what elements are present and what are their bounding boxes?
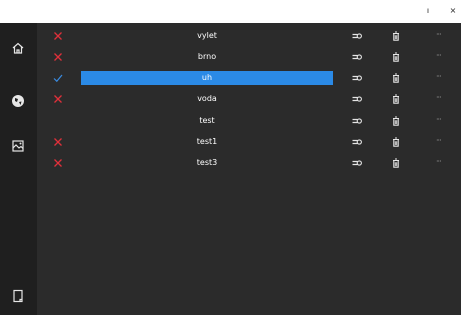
list-item[interactable]: voda ··· (37, 90, 461, 108)
home-icon[interactable] (11, 41, 25, 55)
more-options-button[interactable]: ··· (436, 50, 448, 62)
page-icon[interactable] (11, 289, 25, 303)
share-icon[interactable] (352, 94, 362, 104)
delete-icon[interactable] (391, 158, 401, 168)
share-icon[interactable] (352, 158, 362, 168)
share-icon[interactable] (352, 73, 362, 83)
delete-icon[interactable] (391, 52, 401, 62)
gallery-icon[interactable] (11, 139, 25, 153)
list-item[interactable]: vylet ··· (37, 27, 461, 45)
item-name[interactable]: test1 (81, 135, 333, 149)
cross-icon[interactable] (53, 137, 63, 147)
more-options-button[interactable]: ··· (436, 114, 448, 126)
more-options-button[interactable]: ··· (436, 156, 448, 168)
main-list: vylet ··· brno ··· uh ··· voda ··· test ··· test1 ·… (37, 23, 461, 315)
list-item[interactable]: test1 ··· (37, 133, 461, 151)
sidebar (0, 23, 37, 315)
share-icon[interactable] (352, 31, 362, 41)
item-name[interactable]: test3 (81, 156, 333, 170)
minimize-button[interactable]: ı (422, 5, 434, 17)
title-bar: ı × (0, 0, 461, 23)
delete-icon[interactable] (391, 94, 401, 104)
delete-icon[interactable] (391, 137, 401, 147)
item-name[interactable]: uh (81, 71, 333, 85)
more-options-button[interactable]: ··· (436, 135, 448, 147)
globe-icon[interactable] (11, 94, 25, 108)
list-item[interactable]: test ··· (37, 112, 461, 130)
more-options-button[interactable]: ··· (436, 29, 448, 41)
more-options-button[interactable]: ··· (436, 71, 448, 83)
item-name[interactable]: voda (81, 92, 333, 106)
delete-icon[interactable] (391, 31, 401, 41)
delete-icon[interactable] (391, 116, 401, 126)
list-item[interactable]: test3 ··· (37, 154, 461, 172)
share-icon[interactable] (352, 116, 362, 126)
cross-icon[interactable] (53, 52, 63, 62)
cross-icon[interactable] (53, 158, 63, 168)
check-icon[interactable] (53, 73, 63, 83)
item-name[interactable]: test (81, 114, 333, 128)
cross-icon[interactable] (53, 31, 63, 41)
item-name[interactable]: brno (81, 50, 333, 64)
delete-icon[interactable] (391, 73, 401, 83)
status-empty (53, 116, 63, 126)
list-item[interactable]: uh ··· (37, 69, 461, 87)
share-icon[interactable] (352, 52, 362, 62)
list-item[interactable]: brno ··· (37, 48, 461, 66)
more-options-button[interactable]: ··· (436, 92, 448, 104)
cross-icon[interactable] (53, 94, 63, 104)
close-button[interactable]: × (447, 5, 459, 17)
item-name[interactable]: vylet (81, 29, 333, 43)
share-icon[interactable] (352, 137, 362, 147)
